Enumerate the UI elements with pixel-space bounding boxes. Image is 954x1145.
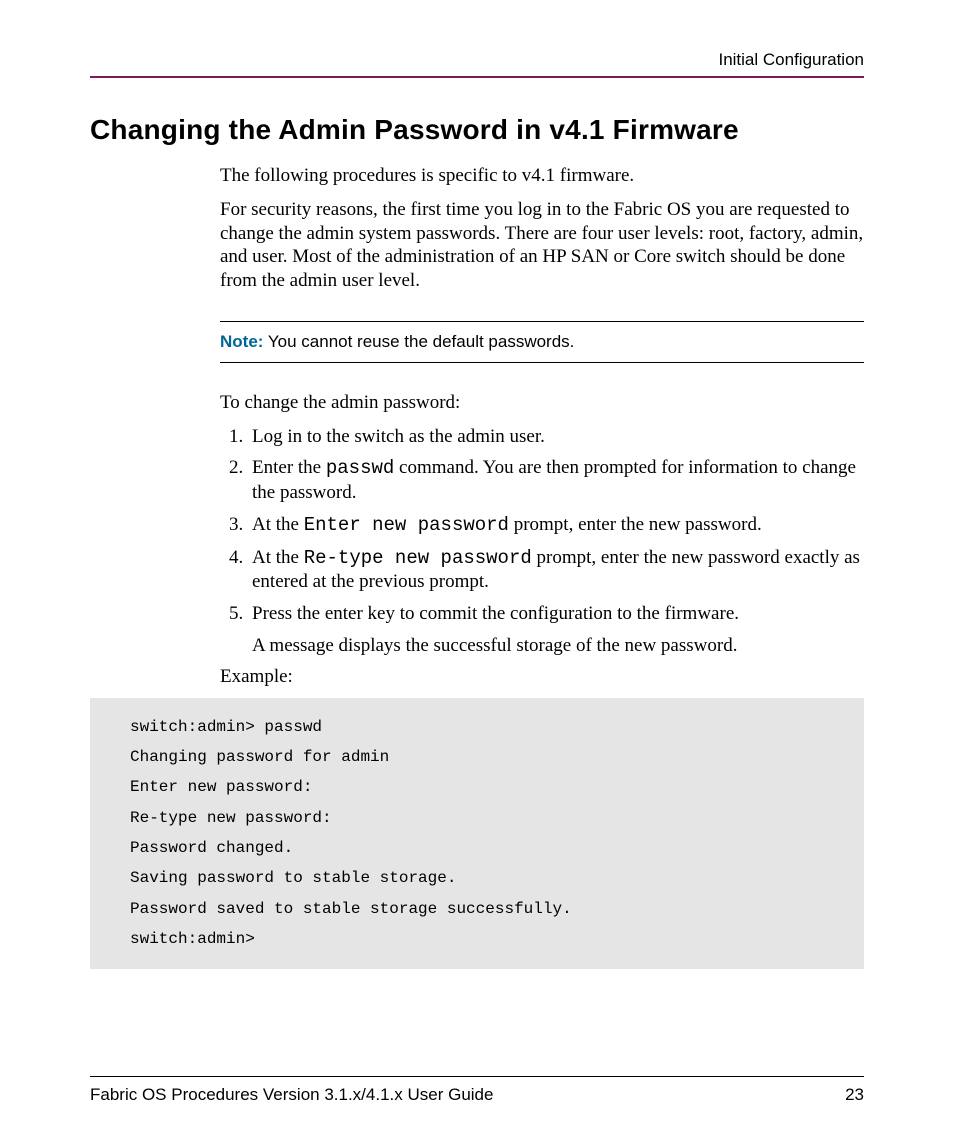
- step-3-command: Enter new password: [304, 514, 509, 536]
- example-label: Example:: [220, 666, 864, 688]
- step-4: At the Re-type new password prompt, ente…: [248, 546, 864, 595]
- step-3-text-b: prompt, enter the new password.: [509, 514, 762, 535]
- note-label: Note:: [220, 332, 263, 351]
- header-rule: [90, 76, 864, 78]
- note-text: You cannot reuse the default passwords.: [263, 332, 574, 351]
- note-rule-bottom: [220, 362, 864, 363]
- steps-list: Log in to the switch as the admin user. …: [220, 425, 864, 658]
- intro-paragraph-2: For security reasons, the first time you…: [220, 198, 864, 293]
- step-2-command: passwd: [326, 457, 394, 479]
- step-2-text-a: Enter the: [252, 457, 326, 478]
- steps-lead: To change the admin password:: [220, 391, 864, 415]
- page-heading: Changing the Admin Password in v4.1 Firm…: [90, 114, 864, 146]
- step-3-text-a: At the: [252, 514, 304, 535]
- intro-paragraph-1: The following procedures is specific to …: [220, 164, 864, 188]
- note-rule-top: [220, 321, 864, 322]
- step-4-command: Re-type new password: [304, 547, 532, 569]
- step-4-text-a: At the: [252, 547, 304, 568]
- step-5-text: Press the enter key to commit the config…: [252, 603, 739, 624]
- step-2: Enter the passwd command. You are then p…: [248, 456, 864, 505]
- header-section: Initial Configuration: [90, 50, 864, 70]
- body-content: The following procedures is specific to …: [220, 164, 864, 688]
- footer-title: Fabric OS Procedures Version 3.1.x/4.1.x…: [90, 1085, 493, 1105]
- page: Initial Configuration Changing the Admin…: [0, 0, 954, 1145]
- step-5-followup: A message displays the successful storag…: [252, 634, 864, 658]
- code-block: switch:admin> passwd Changing password f…: [90, 698, 864, 969]
- footer-rule: [90, 1076, 864, 1077]
- step-1: Log in to the switch as the admin user.: [248, 425, 864, 449]
- step-5: Press the enter key to commit the config…: [248, 602, 864, 658]
- step-3: At the Enter new password prompt, enter …: [248, 513, 864, 538]
- note-line: Note: You cannot reuse the default passw…: [220, 332, 864, 352]
- page-footer: Fabric OS Procedures Version 3.1.x/4.1.x…: [90, 1076, 864, 1105]
- footer-page-number: 23: [845, 1085, 864, 1105]
